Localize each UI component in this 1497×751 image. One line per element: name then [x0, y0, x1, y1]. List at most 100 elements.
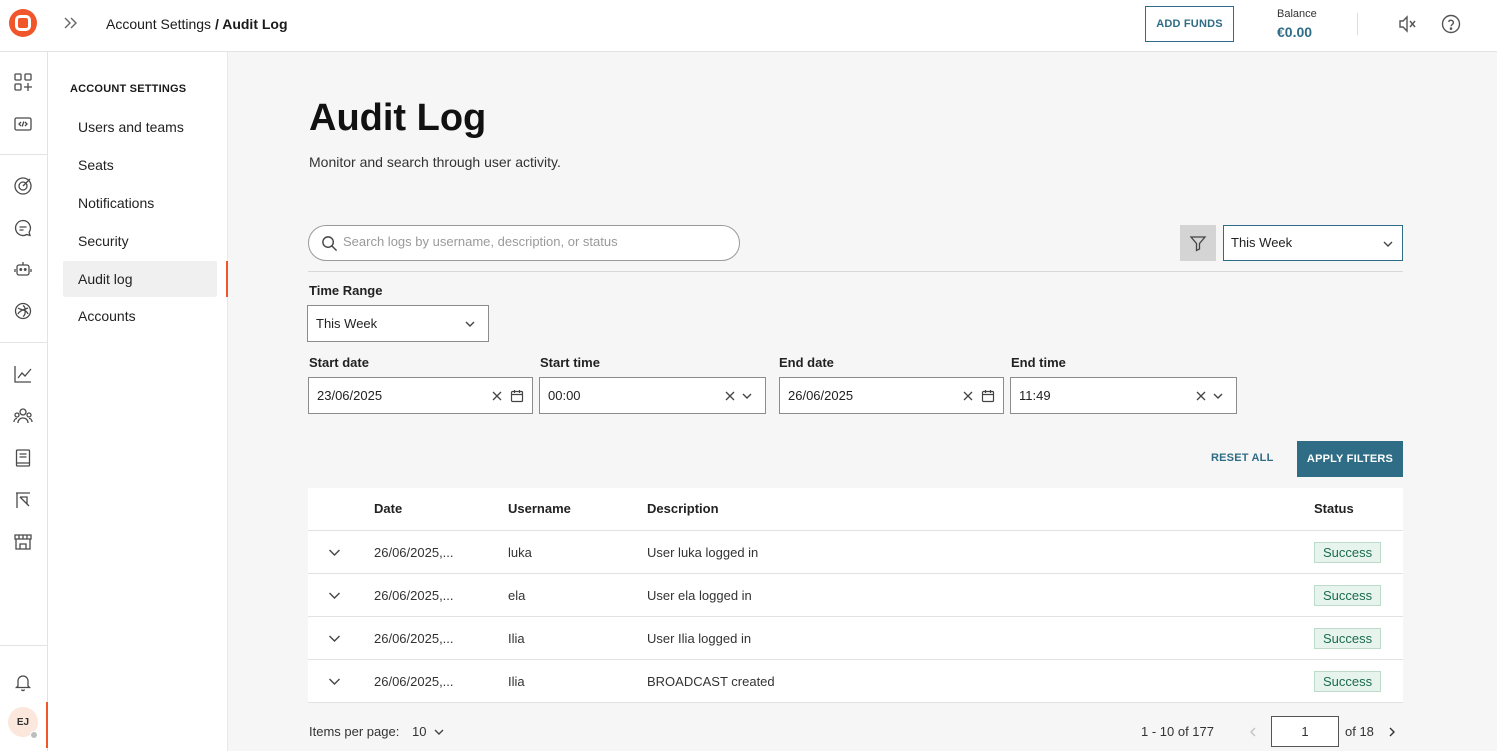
- logo-icon[interactable]: [9, 9, 37, 37]
- audit-log-table: Date Username Description Status 26/06/2…: [308, 488, 1403, 703]
- rail-divider: [0, 342, 47, 343]
- start-date-label: Start date: [309, 355, 369, 370]
- left-rail: EJ: [0, 52, 48, 751]
- calendar-icon[interactable]: [981, 389, 995, 403]
- search-bar[interactable]: [308, 225, 740, 261]
- expand-icon[interactable]: [62, 14, 80, 32]
- chart-icon[interactable]: [13, 364, 33, 384]
- column-header-description[interactable]: Description: [647, 501, 719, 516]
- mute-icon[interactable]: [1397, 14, 1417, 34]
- sidebar-item-users-and-teams[interactable]: Users and teams: [63, 109, 217, 145]
- chevron-down-icon: [465, 321, 475, 327]
- sidebar-item-audit-log[interactable]: Audit log: [63, 261, 217, 297]
- table-row[interactable]: 26/06/2025,... luka User luka logged in …: [308, 531, 1403, 574]
- book-icon[interactable]: [13, 448, 33, 468]
- filter-toggle-button[interactable]: [1180, 225, 1216, 261]
- page-number-input[interactable]: 1: [1271, 716, 1339, 747]
- end-time-label: End time: [1011, 355, 1066, 370]
- items-per-page-value: 10: [412, 724, 427, 739]
- balance-label: Balance: [1277, 8, 1317, 20]
- reset-all-button[interactable]: RESET ALL: [1211, 452, 1274, 464]
- column-header-status[interactable]: Status: [1314, 501, 1354, 516]
- chevron-down-icon: [434, 729, 444, 735]
- add-funds-button[interactable]: ADD FUNDS: [1145, 6, 1234, 42]
- start-time-value: 00:00: [548, 388, 581, 403]
- breadcrumb-current: Audit Log: [222, 16, 288, 32]
- cell-date: 26/06/2025,...: [374, 631, 454, 646]
- start-time-label: Start time: [540, 355, 600, 370]
- end-time-field[interactable]: 11:49: [1010, 377, 1237, 414]
- search-input[interactable]: [343, 234, 723, 249]
- filter-icon: [1189, 236, 1207, 252]
- items-per-page-label: Items per page:: [309, 724, 400, 739]
- cell-date: 26/06/2025,...: [374, 588, 454, 603]
- bot-icon[interactable]: [13, 259, 33, 279]
- page-title: Audit Log: [309, 97, 487, 139]
- cell-date: 26/06/2025,...: [374, 674, 454, 689]
- divider: [1357, 13, 1358, 35]
- bell-icon[interactable]: [13, 672, 33, 692]
- help-icon[interactable]: [1441, 14, 1461, 34]
- start-date-value: 23/06/2025: [317, 388, 383, 403]
- table-row[interactable]: 26/06/2025,... Ilia User Ilia logged in …: [308, 617, 1403, 660]
- start-date-field[interactable]: 23/06/2025: [308, 377, 533, 414]
- end-date-value: 26/06/2025: [788, 388, 854, 403]
- items-per-page-select[interactable]: 10: [412, 724, 444, 739]
- chevron-down-icon[interactable]: [1211, 389, 1225, 403]
- expand-row-icon[interactable]: [327, 631, 342, 646]
- expand-row-icon[interactable]: [327, 674, 342, 689]
- expand-row-icon[interactable]: [327, 545, 342, 560]
- cell-description: BROADCAST created: [647, 674, 775, 689]
- chat-icon[interactable]: [13, 218, 33, 238]
- total-pages: of 18: [1345, 724, 1374, 739]
- calendar-icon[interactable]: [510, 389, 524, 403]
- end-time-value: 11:49: [1019, 388, 1051, 403]
- clear-icon[interactable]: [723, 389, 737, 403]
- status-badge: Success: [1314, 542, 1382, 563]
- cell-description: User Ilia logged in: [647, 631, 752, 646]
- expand-row-icon[interactable]: [327, 588, 342, 603]
- breadcrumb-separator: /: [211, 16, 223, 32]
- clear-icon[interactable]: [1194, 389, 1208, 403]
- main-content: Audit Log Monitor and search through use…: [228, 52, 1497, 751]
- table-row[interactable]: 26/06/2025,... Ilia BROADCAST created Su…: [308, 660, 1403, 703]
- sidebar-item-notifications[interactable]: Notifications: [63, 185, 217, 221]
- breadcrumb-parent[interactable]: Account Settings: [106, 16, 211, 32]
- clear-icon[interactable]: [961, 389, 975, 403]
- chevron-down-icon[interactable]: [740, 389, 754, 403]
- ai-icon[interactable]: [13, 301, 33, 321]
- import-icon[interactable]: [13, 490, 33, 510]
- time-range-value: This Week: [316, 316, 378, 331]
- target-icon[interactable]: [13, 176, 33, 196]
- cell-username: Ilia: [508, 631, 525, 646]
- chevron-right-icon[interactable]: [1385, 725, 1399, 739]
- start-time-field[interactable]: 00:00: [539, 377, 766, 414]
- range-select[interactable]: This Week: [1223, 225, 1403, 261]
- cell-description: User ela logged in: [647, 588, 752, 603]
- store-icon[interactable]: [13, 531, 33, 551]
- team-icon[interactable]: [13, 406, 33, 426]
- column-header-date[interactable]: Date: [374, 501, 402, 516]
- search-icon: [322, 236, 338, 252]
- apply-filters-button[interactable]: APPLY FILTERS: [1297, 441, 1403, 477]
- rail-divider: [0, 645, 47, 646]
- table-header: Date Username Description Status: [308, 488, 1403, 531]
- cell-username: Ilia: [508, 674, 525, 689]
- end-date-field[interactable]: 26/06/2025: [779, 377, 1004, 414]
- time-range-select[interactable]: This Week: [307, 305, 489, 342]
- rail-divider: [0, 154, 47, 155]
- pagination-bar: Items per page: 10 1 - 10 of 177 1 of 18: [308, 714, 1403, 751]
- status-badge: Success: [1314, 585, 1382, 606]
- sidebar-item-security[interactable]: Security: [63, 223, 217, 259]
- clear-icon[interactable]: [490, 389, 504, 403]
- sidebar-item-seats[interactable]: Seats: [63, 147, 217, 183]
- chevron-left-icon[interactable]: [1246, 725, 1260, 739]
- sidebar-item-accounts[interactable]: Accounts: [63, 298, 217, 334]
- time-range-label: Time Range: [309, 283, 383, 298]
- column-header-username[interactable]: Username: [508, 501, 571, 516]
- presence-dot: [30, 731, 38, 739]
- range-select-value: This Week: [1231, 235, 1293, 250]
- table-row[interactable]: 26/06/2025,... ela User ela logged in Su…: [308, 574, 1403, 617]
- apps-icon[interactable]: [13, 72, 33, 92]
- code-icon[interactable]: [13, 114, 33, 134]
